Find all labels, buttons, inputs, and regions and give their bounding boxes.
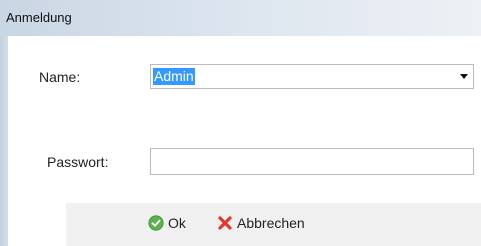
name-combobox-value: Admin (153, 68, 195, 85)
name-combobox[interactable]: Admin (150, 64, 474, 89)
dialog-content: Name: Admin Passwort: Ok Abbrechen (8, 36, 481, 246)
ok-button[interactable]: Ok (148, 215, 186, 231)
cancel-button[interactable]: Abbrechen (217, 215, 305, 231)
window-border (0, 36, 8, 246)
chevron-down-icon[interactable] (460, 74, 468, 79)
button-bar: Ok Abbrechen (66, 203, 481, 246)
login-dialog: Anmeldung Name: Admin Passwort: Ok Abbre… (0, 0, 481, 246)
name-label: Name: (39, 69, 81, 85)
password-field[interactable] (150, 148, 474, 175)
cancel-button-label: Abbrechen (237, 215, 305, 231)
checkmark-circle-icon (148, 215, 164, 231)
window-title: Anmeldung (6, 10, 72, 25)
red-x-icon (218, 216, 232, 230)
ok-button-label: Ok (168, 215, 186, 231)
title-bar[interactable]: Anmeldung (0, 0, 481, 36)
password-label: Passwort: (47, 154, 109, 170)
